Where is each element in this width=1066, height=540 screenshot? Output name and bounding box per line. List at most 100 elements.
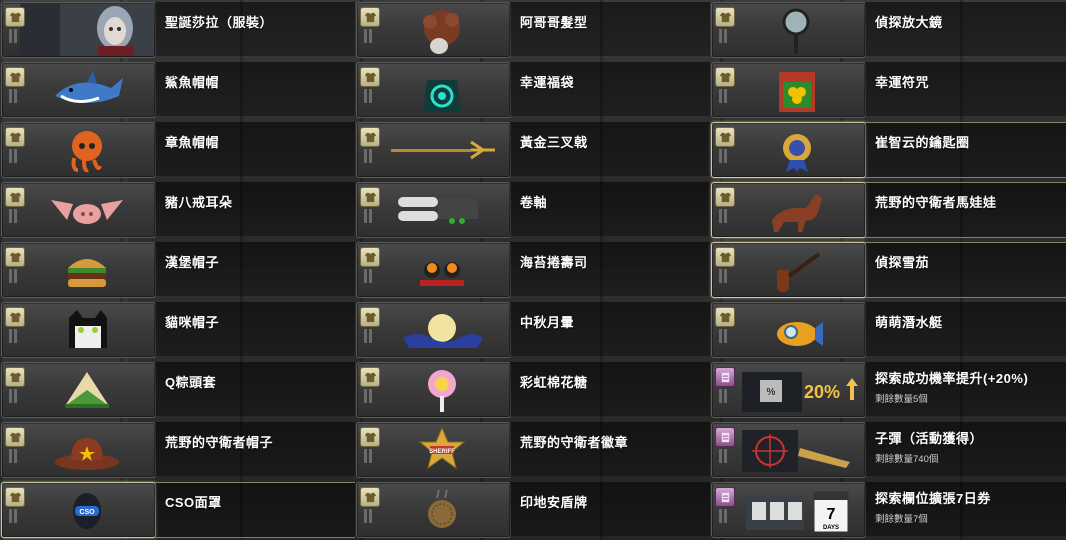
- shield-icon: [387, 486, 497, 536]
- shirt-badge-icon: [5, 247, 25, 267]
- item-slot[interactable]: 萌萌潛水艇: [710, 300, 1066, 360]
- svg-text:%: %: [767, 387, 776, 398]
- item-card: [711, 62, 866, 118]
- shirt-badge-icon: [360, 7, 380, 27]
- lock-pins-icon: [719, 89, 729, 103]
- item-card: [711, 122, 866, 178]
- golden-trident-icon: [387, 126, 497, 176]
- calendar-days-text: DAYS: [823, 525, 839, 531]
- item-slot[interactable]: 荒野的守衛者馬娃娃: [710, 180, 1066, 240]
- item-slot[interactable]: 7 DAYS 探索欄位擴張7日券 剩餘數量7個: [710, 480, 1066, 540]
- item-card: [1, 362, 156, 418]
- lock-pins-icon: [364, 29, 374, 43]
- item-slot[interactable]: 豬八戒耳朵: [0, 180, 355, 240]
- cowboy-hat-icon: [32, 426, 142, 476]
- item-slot[interactable]: SHERIFF 荒野的守衛者徽章: [355, 420, 710, 480]
- item-card: [356, 242, 511, 298]
- item-card: [356, 482, 511, 538]
- item-slot[interactable]: 子彈（活動獲得） 剩餘數量740個: [710, 420, 1066, 480]
- item-card: [1, 2, 156, 58]
- scroll-badge-icon: [715, 367, 735, 387]
- shark-hat-icon: [32, 66, 142, 116]
- item-slot[interactable]: 鯊魚帽帽: [0, 60, 355, 120]
- shirt-badge-icon: [715, 67, 735, 87]
- item-slot[interactable]: 印地安盾牌: [355, 480, 710, 540]
- slot-expand-icon: 7 DAYS: [742, 486, 862, 536]
- item-name: 探索欄位擴張7日券: [875, 491, 991, 506]
- shirt-badge-icon: [5, 307, 25, 327]
- pig-ears-icon: [32, 186, 142, 236]
- shirt-badge-icon: [715, 187, 735, 207]
- lock-pins-icon: [9, 149, 19, 163]
- item-slot[interactable]: 中秋月暈: [355, 300, 710, 360]
- lock-pins-icon: [719, 149, 729, 163]
- shirt-badge-icon: [360, 67, 380, 87]
- item-card: [1, 122, 156, 178]
- item-name: 海苔捲壽司: [520, 255, 588, 270]
- sheriff-badge-icon: SHERIFF: [387, 426, 497, 476]
- item-name: 荒野的守衛者徽章: [520, 435, 629, 450]
- item-name: 探索成功機率提升(+20%): [875, 371, 1029, 386]
- moon-cloud-icon: [387, 306, 497, 356]
- item-name: 豬八戒耳朵: [165, 195, 233, 210]
- item-slot[interactable]: 偵探雪茄: [710, 240, 1066, 300]
- item-slot[interactable]: % 20% 探索成功機率提升(+20%) 剩餘數量5個: [710, 360, 1066, 420]
- item-card: [711, 182, 866, 238]
- item-grid: 聖誕莎拉（服裝） 阿哥哥髮型 偵探放大鏡 鯊魚帽帽 幸運福袋 幸運符咒 章魚帽帽…: [0, 0, 1066, 540]
- calendar-number: 7: [827, 506, 836, 523]
- item-slot[interactable]: Q粽頭套: [0, 360, 355, 420]
- lock-pins-icon: [719, 329, 729, 343]
- item-card: [356, 182, 511, 238]
- item-name: CSO面罩: [165, 495, 222, 510]
- item-name: 荒野的守衛者馬娃娃: [875, 195, 997, 210]
- item-slot[interactable]: 漢堡帽子: [0, 240, 355, 300]
- item-slot[interactable]: 幸運福袋: [355, 60, 710, 120]
- item-card: [1, 302, 156, 358]
- item-slot[interactable]: 幸運符咒: [710, 60, 1066, 120]
- shirt-badge-icon: [5, 67, 25, 87]
- lock-pins-icon: [719, 209, 729, 223]
- item-card: [711, 242, 866, 298]
- item-slot[interactable]: 黃金三叉戟: [355, 120, 710, 180]
- pipe-icon: [742, 246, 852, 296]
- item-name: 荒野的守衛者帽子: [165, 435, 274, 450]
- shirt-badge-icon: [360, 127, 380, 147]
- lock-pins-icon: [9, 269, 19, 283]
- item-name: Q粽頭套: [165, 375, 217, 390]
- item-slot[interactable]: 海苔捲壽司: [355, 240, 710, 300]
- shirt-badge-icon: [360, 487, 380, 507]
- item-slot[interactable]: 崔智云的鑰匙圈: [710, 120, 1066, 180]
- item-remaining-count: 剩餘數量7個: [875, 514, 928, 525]
- item-slot[interactable]: 阿哥哥髮型: [355, 0, 710, 60]
- shirt-badge-icon: [5, 487, 25, 507]
- magnifying-glass-icon: [742, 6, 852, 56]
- item-name: 偵探放大鏡: [875, 15, 943, 30]
- item-card: [711, 302, 866, 358]
- shirt-badge-icon: [5, 367, 25, 387]
- shirt-badge-icon: [5, 427, 25, 447]
- lock-pins-icon: [364, 449, 374, 463]
- lock-pins-icon: [9, 329, 19, 343]
- item-card: [1, 62, 156, 118]
- boost-text: 20%: [804, 382, 840, 402]
- item-slot[interactable]: CSO CSO面罩: [0, 480, 355, 540]
- item-card: [356, 362, 511, 418]
- shirt-badge-icon: [360, 187, 380, 207]
- item-slot[interactable]: 聖誕莎拉（服裝）: [0, 0, 355, 60]
- item-slot[interactable]: 彩虹棉花糖: [355, 360, 710, 420]
- lock-pins-icon: [719, 269, 729, 283]
- shirt-badge-icon: [5, 7, 25, 27]
- item-slot[interactable]: 荒野的守衛者帽子: [0, 420, 355, 480]
- item-name: 崔智云的鑰匙圈: [875, 135, 970, 150]
- item-slot[interactable]: 偵探放大鏡: [710, 0, 1066, 60]
- submarine-icon: [742, 306, 852, 356]
- item-name: 印地安盾牌: [520, 495, 588, 510]
- clover-charm-icon: [742, 66, 852, 116]
- sushi-icon: [387, 246, 497, 296]
- item-slot[interactable]: 章魚帽帽: [0, 120, 355, 180]
- item-card: 7 DAYS: [711, 482, 866, 538]
- item-slot[interactable]: 貓咪帽子: [0, 300, 355, 360]
- item-name: 章魚帽帽: [165, 135, 220, 150]
- item-slot[interactable]: 卷軸: [355, 180, 710, 240]
- item-card: [1, 422, 156, 478]
